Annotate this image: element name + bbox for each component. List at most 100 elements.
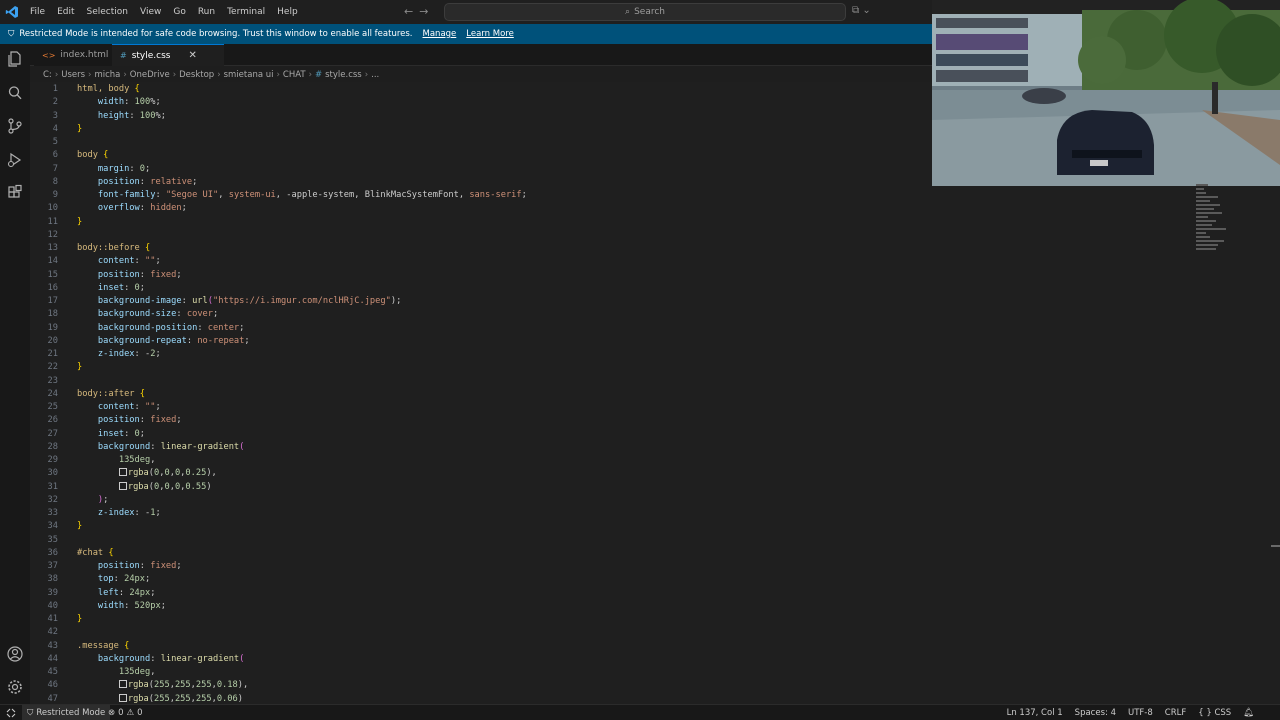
code-line[interactable]: 21 z-index: -2; <box>30 348 930 361</box>
line-number: 7 <box>52 163 58 174</box>
menu-item-view[interactable]: View <box>134 0 167 24</box>
breadcrumb-item[interactable]: Users <box>61 70 85 80</box>
menu-item-terminal[interactable]: Terminal <box>221 0 271 24</box>
explorer-icon[interactable] <box>6 50 24 68</box>
code-line[interactable]: 18 background-size: cover; <box>30 308 930 321</box>
tab-index-html[interactable]: <> index.html <box>34 44 112 66</box>
video-preview[interactable] <box>932 0 1280 186</box>
cursor-position[interactable]: Ln 137, Col 1 <box>1007 708 1063 718</box>
breadcrumb-item[interactable]: smietana ui <box>224 70 274 80</box>
close-icon[interactable]: ✕ <box>188 50 196 61</box>
code-line[interactable]: 24 body::after { <box>30 388 930 401</box>
forward-arrow-icon[interactable]: → <box>419 5 428 18</box>
code-line[interactable]: 43 .message { <box>30 640 930 653</box>
code-line[interactable]: 27 inset: 0; <box>30 428 930 441</box>
code-line[interactable]: 3 height: 100%; <box>30 110 930 123</box>
code-line[interactable]: 13 body::before { <box>30 242 930 255</box>
learn-more-link[interactable]: Learn More <box>466 29 514 39</box>
code-line[interactable]: 36 #chat { <box>30 547 930 560</box>
code-line[interactable]: 38 top: 24px; <box>30 573 930 586</box>
code-line[interactable]: 46 rgba(255,255,255,0.18), <box>30 679 930 692</box>
code-editor[interactable]: 1 html, body {2 width: 100%; 3 height: 100… <box>30 82 932 704</box>
extensions-icon[interactable] <box>6 184 24 202</box>
problems-indicator[interactable]: ⊗ 0 ⚠ 0 <box>108 705 143 720</box>
encoding[interactable]: UTF-8 <box>1128 708 1153 718</box>
code-line[interactable]: 11} <box>30 216 930 229</box>
code-line[interactable]: 33 z-index: -1; <box>30 507 930 520</box>
breadcrumb-item[interactable]: style.css <box>325 70 362 80</box>
color-swatch[interactable] <box>118 481 127 490</box>
code-line[interactable]: 40 width: 520px; <box>30 600 930 613</box>
menu-item-help[interactable]: Help <box>271 0 304 24</box>
gear-icon[interactable] <box>6 678 24 696</box>
code-line[interactable]: 5 <box>30 136 930 149</box>
code-line[interactable]: 23 <box>30 375 930 388</box>
code-line[interactable]: 39 left: 24px; <box>30 587 930 600</box>
code-line[interactable]: 6 body { <box>30 149 930 162</box>
code-line[interactable]: 16 inset: 0; <box>30 282 930 295</box>
code-line[interactable]: 8 position: relative; <box>30 176 930 189</box>
remote-icon[interactable] <box>0 705 22 720</box>
code-line[interactable]: 7 margin: 0; <box>30 163 930 176</box>
menu-item-run[interactable]: Run <box>192 0 221 24</box>
code-line[interactable]: 2 width: 100%; <box>30 96 930 109</box>
code-line[interactable]: 42 <box>30 626 930 639</box>
color-swatch[interactable] <box>118 468 127 477</box>
code-line[interactable]: 30 rgba(0,0,0,0.25), <box>30 467 930 480</box>
code-line[interactable]: 19 background-position: center; <box>30 322 930 335</box>
back-arrow-icon[interactable]: ← <box>404 5 413 18</box>
code-line[interactable]: 25 content: ""; <box>30 401 930 414</box>
search-sidebar-icon[interactable] <box>6 84 24 102</box>
code-line[interactable]: 12 <box>30 229 930 242</box>
manage-link[interactable]: Manage <box>423 29 457 39</box>
code-line[interactable]: 17 background-image: url("https://i.imgu… <box>30 295 930 308</box>
code-line[interactable]: 35 <box>30 534 930 547</box>
source-control-icon[interactable] <box>6 117 24 135</box>
code-line[interactable]: 1 html, body { <box>30 83 930 96</box>
code-line[interactable]: 37 position: fixed; <box>30 560 930 573</box>
code-line[interactable]: 14 content: ""; <box>30 255 930 268</box>
color-swatch[interactable] <box>118 693 127 702</box>
breadcrumb-item[interactable]: Desktop <box>179 70 214 80</box>
code-line[interactable]: 31 rgba(0,0,0,0.55) <box>30 481 930 494</box>
breadcrumb-item[interactable]: C: <box>43 70 52 80</box>
line-number: 29 <box>47 455 58 465</box>
code-line[interactable]: 15 position: fixed; <box>30 269 930 282</box>
minimap[interactable] <box>1196 184 1236 274</box>
breadcrumb-item[interactable]: micha <box>94 70 120 80</box>
tab-style-css[interactable]: # style.css ✕ <box>112 44 224 66</box>
language-mode[interactable]: { } CSS <box>1198 708 1231 718</box>
code-line[interactable]: 20 background-repeat: no-repeat; <box>30 335 930 348</box>
menu-item-selection[interactable]: Selection <box>81 0 134 24</box>
menu-item-edit[interactable]: Edit <box>51 0 80 24</box>
color-swatch[interactable] <box>118 680 127 689</box>
notifications-icon[interactable]: 🔔︎ <box>1243 708 1254 718</box>
breadcrumb-item[interactable]: CHAT <box>283 70 306 80</box>
restricted-mode-indicator[interactable]: ⛉ Restricted Mode <box>22 705 111 720</box>
indentation[interactable]: Spaces: 4 <box>1075 708 1116 718</box>
code-line[interactable]: 32 ); <box>30 494 930 507</box>
menu-item-go[interactable]: Go <box>167 0 191 24</box>
code-line[interactable]: 22} <box>30 361 930 374</box>
code-line[interactable]: 4} <box>30 123 930 136</box>
breadcrumb-item[interactable]: OneDrive <box>130 70 170 80</box>
account-icon[interactable] <box>6 645 24 663</box>
breadcrumb-item[interactable]: ... <box>371 70 379 80</box>
code-line[interactable]: 28 background: linear-gradient( <box>30 441 930 454</box>
code-line[interactable]: 9 font-family: "Segoe UI", system-ui, -a… <box>30 189 930 202</box>
line-number: 46 <box>47 680 58 691</box>
code-line[interactable]: 10 overflow: hidden; <box>30 202 930 215</box>
command-center-search[interactable]: ⌕ Search <box>444 3 846 21</box>
code-line[interactable]: 47 rgba(255,255,255,0.06) <box>30 693 930 705</box>
copilot-icon[interactable]: ⧉ ⌄ <box>852 5 871 16</box>
line-ending[interactable]: CRLF <box>1165 708 1186 718</box>
code-line[interactable]: 34} <box>30 520 930 533</box>
code-line[interactable]: 45 135deg, <box>30 666 930 679</box>
scrollbar-thumb[interactable] <box>1271 545 1280 547</box>
code-line[interactable]: 41} <box>30 613 930 626</box>
menu-item-file[interactable]: File <box>24 0 51 24</box>
code-line[interactable]: 26 position: fixed; <box>30 414 930 427</box>
code-line[interactable]: 44 background: linear-gradient( <box>30 653 930 666</box>
code-line[interactable]: 29 135deg, <box>30 454 930 467</box>
run-debug-icon[interactable] <box>6 151 24 169</box>
